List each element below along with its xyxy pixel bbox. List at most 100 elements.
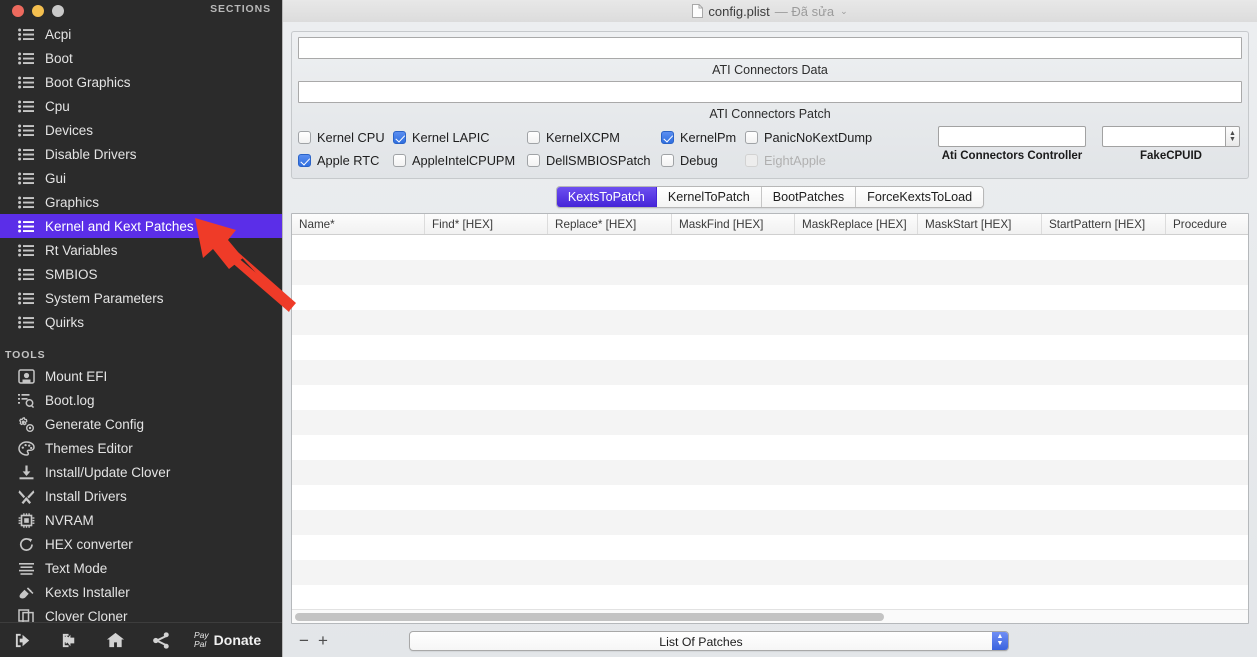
sidebar-item-boot-graphics[interactable]: Boot Graphics: [0, 70, 282, 94]
column-header-maskstart-hex[interactable]: MaskStart [HEX]: [918, 214, 1042, 234]
export-icon[interactable]: [46, 623, 92, 657]
tool-item-mount-efi[interactable]: Mount EFI: [0, 364, 282, 388]
sidebar-item-cpu[interactable]: Cpu: [0, 94, 282, 118]
fake-cpuid-stepper[interactable]: ▲ ▼: [1226, 126, 1240, 147]
checkbox-panicnokextdump[interactable]: PanicNoKextDump: [745, 130, 872, 145]
checkbox-box[interactable]: [527, 131, 540, 144]
nav-item-label: SMBIOS: [45, 266, 98, 282]
column-header-maskreplace-hex[interactable]: MaskReplace [HEX]: [795, 214, 918, 234]
sidebar-item-smbios[interactable]: SMBIOS: [0, 262, 282, 286]
column-header-replace-hex[interactable]: Replace* [HEX]: [548, 214, 672, 234]
checkbox-box[interactable]: [527, 154, 540, 167]
sidebar-item-kernel-and-kext-patches[interactable]: Kernel and Kext Patches: [0, 214, 282, 238]
sidebar-item-graphics[interactable]: Graphics: [0, 190, 282, 214]
checkbox-box[interactable]: [298, 154, 311, 167]
table-row[interactable]: [292, 385, 1248, 410]
table-row[interactable]: [292, 260, 1248, 285]
column-header-maskfind-hex[interactable]: MaskFind [HEX]: [672, 214, 795, 234]
close-button[interactable]: [12, 5, 24, 17]
tab-kerneltopatch[interactable]: KernelToPatch: [656, 187, 762, 207]
tool-item-text-mode[interactable]: Text Mode: [0, 556, 282, 580]
zoom-button[interactable]: [52, 5, 64, 17]
table-row[interactable]: [292, 435, 1248, 460]
tool-item-install-drivers[interactable]: Install Drivers: [0, 484, 282, 508]
horizontal-scrollbar[interactable]: [292, 609, 1248, 623]
table-row[interactable]: [292, 535, 1248, 560]
checkbox-box: [745, 154, 758, 167]
checkbox-kernel-cpu[interactable]: Kernel CPU: [298, 130, 385, 145]
table-row[interactable]: [292, 410, 1248, 435]
tool-item-boot-log[interactable]: Boot.log: [0, 388, 282, 412]
column-header-find-hex[interactable]: Find* [HEX]: [425, 214, 548, 234]
sidebar-item-system-parameters[interactable]: System Parameters: [0, 286, 282, 310]
home-icon[interactable]: [92, 623, 138, 657]
sections-header-label: SECTIONS: [210, 3, 271, 15]
tab-forcekextstoload[interactable]: ForceKextsToLoad: [856, 187, 984, 207]
column-header-startpattern-hex[interactable]: StartPattern [HEX]: [1042, 214, 1166, 234]
checkbox-kernelpm[interactable]: KernelPm: [661, 130, 736, 145]
ati-connectors-data-input[interactable]: [298, 37, 1242, 59]
checkbox-dellsmbiospatch[interactable]: DellSMBIOSPatch: [527, 153, 651, 168]
donate-button[interactable]: Pay Pal Donate: [194, 631, 261, 649]
add-patch-button[interactable]: +: [318, 632, 328, 649]
tool-item-hex-converter[interactable]: HEX converter: [0, 532, 282, 556]
tab-bootpatches[interactable]: BootPatches: [761, 187, 857, 207]
table-row[interactable]: [292, 485, 1248, 510]
import-icon[interactable]: [0, 623, 46, 657]
tool-item-nvram[interactable]: NVRAM: [0, 508, 282, 532]
sidebar-item-gui[interactable]: Gui: [0, 166, 282, 190]
popup-arrows-icon[interactable]: ▲ ▼: [992, 631, 1008, 650]
palette-icon: [18, 440, 35, 456]
checkbox-appleintelcpupm[interactable]: AppleIntelCPUPM: [393, 153, 515, 168]
table-row[interactable]: [292, 285, 1248, 310]
stepper-down-icon[interactable]: ▼: [1229, 136, 1236, 143]
ati-connectors-controller-input[interactable]: [938, 126, 1086, 147]
checkbox-box[interactable]: [661, 154, 674, 167]
tool-item-install-update-clover[interactable]: Install/Update Clover: [0, 460, 282, 484]
share-icon[interactable]: [138, 623, 184, 657]
fake-cpuid-input[interactable]: [1102, 126, 1226, 147]
column-header-procedure[interactable]: Procedure: [1166, 214, 1246, 234]
checkbox-box[interactable]: [745, 131, 758, 144]
minimize-button[interactable]: [32, 5, 44, 17]
sidebar-item-disable-drivers[interactable]: Disable Drivers: [0, 142, 282, 166]
sidebar-item-boot[interactable]: Boot: [0, 46, 282, 70]
table-row[interactable]: [292, 560, 1248, 585]
horizontal-scrollbar-thumb[interactable]: [295, 612, 884, 621]
sidebar-item-rt-variables[interactable]: Rt Variables: [0, 238, 282, 262]
donate-label: Donate: [213, 632, 262, 648]
table-row[interactable]: [292, 510, 1248, 535]
table-row[interactable]: [292, 310, 1248, 335]
tool-item-generate-config[interactable]: Generate Config: [0, 412, 282, 436]
sidebar-item-quirks[interactable]: Quirks: [0, 310, 282, 334]
list-of-patches-popup[interactable]: List Of Patches ▲ ▼: [409, 630, 1009, 651]
checkbox-box[interactable]: [298, 131, 311, 144]
checkbox-box[interactable]: [393, 154, 406, 167]
document-filename: config.plist: [708, 3, 770, 19]
table-row[interactable]: [292, 360, 1248, 385]
checkbox-box[interactable]: [661, 131, 674, 144]
nav-item-label: Boot: [45, 50, 73, 66]
list-icon: [18, 147, 35, 162]
tab-kextstopatch[interactable]: KextsToPatch: [556, 187, 657, 207]
patches-table-body[interactable]: [292, 235, 1248, 609]
checkbox-kernelxcpm[interactable]: KernelXCPM: [527, 130, 620, 145]
table-row[interactable]: [292, 460, 1248, 485]
table-row[interactable]: [292, 235, 1248, 260]
checkbox-debug[interactable]: Debug: [661, 153, 718, 168]
checkbox-kernel-lapic[interactable]: Kernel LAPIC: [393, 130, 490, 145]
checkbox-box[interactable]: [393, 131, 406, 144]
checkbox-apple-rtc[interactable]: Apple RTC: [298, 153, 379, 168]
ati-connectors-controller-label: Ati Connectors Controller: [941, 150, 1083, 162]
table-row[interactable]: [292, 585, 1248, 609]
tool-item-themes-editor[interactable]: Themes Editor: [0, 436, 282, 460]
tool-item-kexts-installer[interactable]: Kexts Installer: [0, 580, 282, 604]
table-row[interactable]: [292, 335, 1248, 360]
sidebar-item-acpi[interactable]: Acpi: [0, 22, 282, 46]
ati-connectors-patch-input[interactable]: [298, 81, 1242, 103]
remove-patch-button[interactable]: −: [299, 632, 309, 649]
plug-icon: [18, 585, 35, 600]
chevron-down-icon[interactable]: ⌄: [840, 6, 848, 17]
column-header-name[interactable]: Name*: [292, 214, 425, 234]
sidebar-item-devices[interactable]: Devices: [0, 118, 282, 142]
